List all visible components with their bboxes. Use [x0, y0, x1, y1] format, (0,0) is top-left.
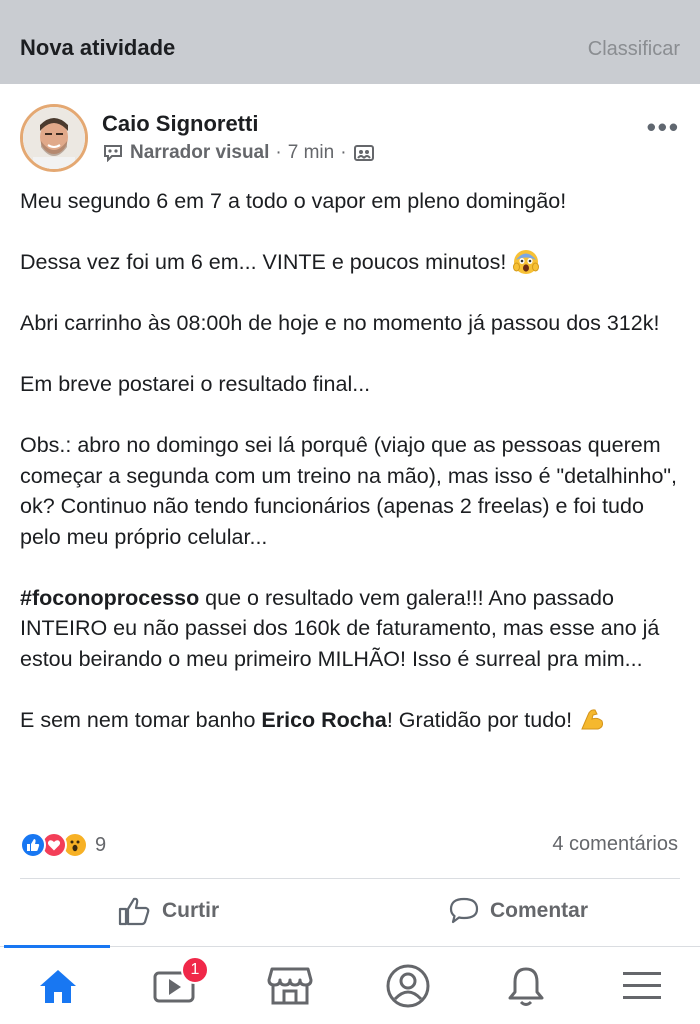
sort-button[interactable]: Classificar [588, 38, 680, 61]
flexed-biceps-icon [581, 708, 604, 729]
post-time[interactable]: 7 min [288, 142, 334, 164]
tab-watch[interactable]: 1 [116, 947, 232, 1024]
post-meta: Narrador visual · 7 min · [102, 142, 375, 164]
avatar[interactable] [20, 104, 88, 172]
home-icon [40, 970, 76, 1003]
screaming-face-icon [513, 250, 540, 274]
mention-link[interactable]: Erico Rocha [261, 708, 386, 732]
post-line-7-post: ! Gratidão por tudo! [386, 707, 573, 732]
like-button[interactable]: Curtir [118, 896, 219, 926]
tab-notifications[interactable] [468, 947, 584, 1024]
narrator-label[interactable]: Narrador visual [130, 142, 269, 164]
like-reaction-icon [20, 832, 46, 858]
comments-count[interactable]: 4 comentários [552, 833, 678, 856]
marketplace-icon [267, 967, 313, 1005]
divider [20, 878, 680, 879]
narrator-icon [102, 142, 124, 164]
bottom-tab-bar: 1 [0, 945, 700, 1024]
tab-menu[interactable] [584, 947, 700, 1024]
profile-icon [386, 964, 430, 1008]
post-line-1: Meu segundo 6 em 7 a todo o vapor em ple… [20, 189, 567, 213]
post-line-2: Dessa vez foi um 6 em... VINTE e poucos … [20, 247, 684, 278]
post-line-3: Abri carrinho às 08:00h de hoje e no mom… [20, 311, 660, 335]
notifications-icon [508, 967, 544, 1006]
comment-label: Comentar [490, 899, 589, 922]
meta-separator-2: · [340, 142, 347, 163]
post-line-2-text: Dessa vez foi um 6 em... VINTE e poucos … [20, 250, 507, 274]
post-line-4: Em breve postarei o resultado final... [20, 372, 371, 396]
post-line-7: E sem nem tomar banho Erico Rocha! Grati… [20, 705, 684, 736]
post-body: Meu segundo 6 em 7 a todo o vapor em ple… [20, 186, 684, 735]
thumbs-up-icon [118, 897, 150, 926]
comment-icon [449, 897, 479, 924]
author-name[interactable]: Caio Signoretti [102, 111, 258, 137]
post-line-7-pre: E sem nem tomar banho [20, 707, 262, 732]
like-label: Curtir [162, 899, 220, 922]
hashtag-link[interactable]: #foconoprocesso [20, 586, 199, 610]
reaction-count: 9 [95, 833, 107, 856]
tab-profile[interactable] [350, 947, 466, 1024]
watch-badge: 1 [181, 956, 209, 984]
avatar-photo [23, 107, 85, 169]
meta-separator: · [275, 142, 282, 163]
reactions-summary[interactable]: 9 [20, 832, 106, 858]
tab-marketplace[interactable] [232, 947, 348, 1024]
post-line-5: Obs.: abro no domingo sei lá porquê (via… [20, 433, 678, 549]
more-options-button[interactable]: ••• [647, 112, 680, 143]
page-title: Nova atividade [20, 35, 176, 60]
post-line-6: #foconoprocesso que o resultado vem gale… [20, 583, 684, 675]
menu-icon [623, 972, 661, 999]
comment-button[interactable]: Comentar [448, 896, 588, 926]
audience-icon [353, 142, 375, 164]
tab-home[interactable] [0, 945, 116, 1024]
top-bar: Nova atividade Classificar [0, 0, 700, 84]
